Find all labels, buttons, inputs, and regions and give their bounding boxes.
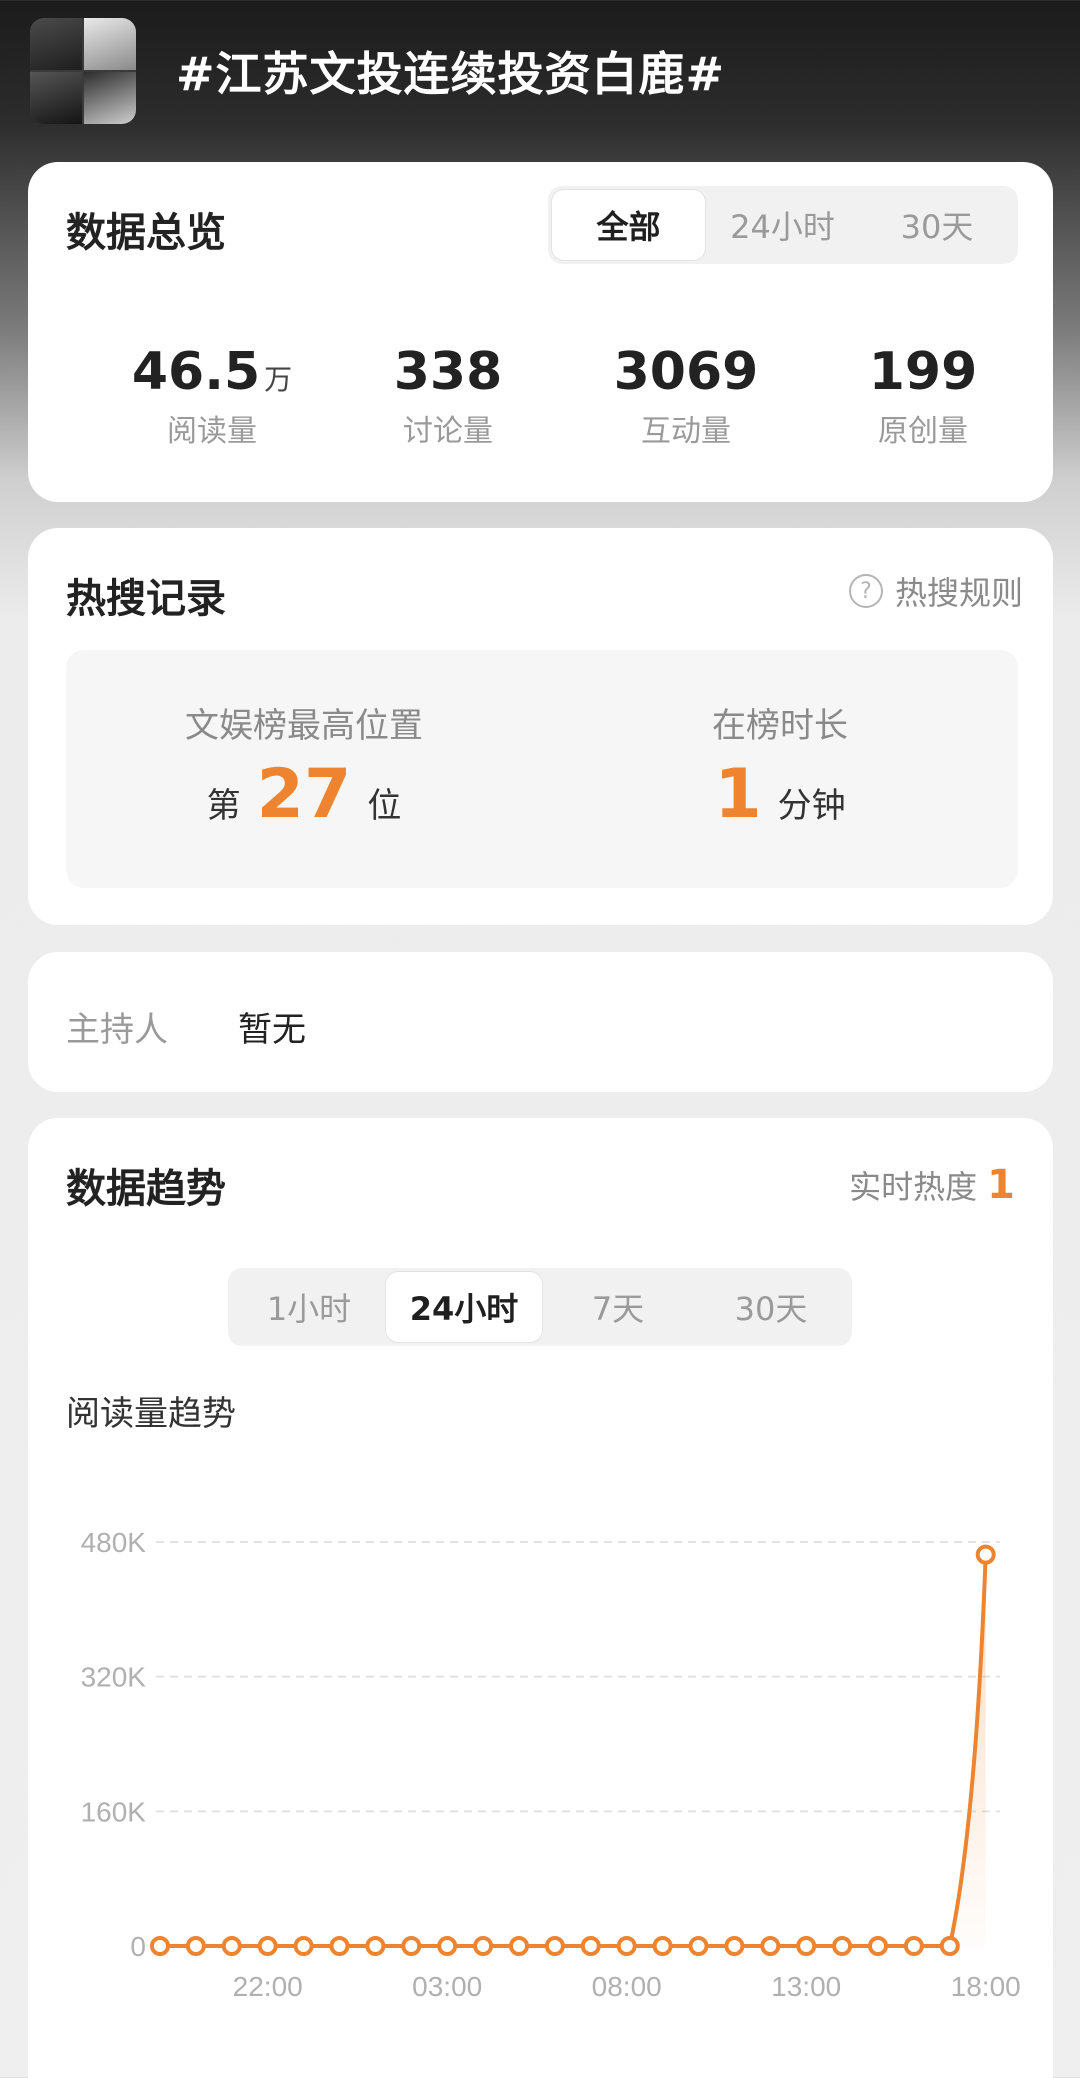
data-point bbox=[652, 1936, 673, 1956]
host-card: 主持人 暂无 bbox=[28, 952, 1053, 1092]
x-tick-label: 03:00 bbox=[412, 1971, 482, 2002]
duration-suffix: 分钟 bbox=[777, 786, 846, 826]
trend-card: 数据趋势 实时热度 1 1小时 24小时 7天 30天 阅读量趋势 0 160K 32… bbox=[28, 1118, 1053, 2078]
data-point bbox=[544, 1936, 565, 1956]
best-position: 文娱榜最高位置 第 27 位 bbox=[66, 698, 542, 829]
data-point bbox=[832, 1936, 853, 1956]
best-position-label: 文娱榜最高位置 bbox=[185, 706, 423, 746]
topic-title: #江苏文投连续投资白鹿# bbox=[176, 47, 726, 101]
data-point bbox=[580, 1936, 601, 1956]
stat-unit: 万 bbox=[264, 363, 293, 396]
stat-label: 原创量 bbox=[878, 414, 968, 449]
hot-search-card: 热搜记录 ? 热搜规则 文娱榜最高位置 第 27 位 在榜时长 1 分钟 bbox=[28, 528, 1053, 925]
x-tick-label: 13:00 bbox=[771, 1971, 841, 2002]
y-tick-label: 0 bbox=[130, 1931, 146, 1962]
stat-originals: 199 原创量 bbox=[803, 342, 1043, 450]
data-point bbox=[796, 1936, 817, 1956]
hot-search-rules-link[interactable]: ? 热搜规则 bbox=[848, 568, 1023, 614]
data-point bbox=[688, 1936, 709, 1956]
y-tick-label: 160K bbox=[81, 1796, 147, 1827]
series-line bbox=[160, 1554, 988, 1948]
position-suffix: 位 bbox=[367, 786, 402, 826]
help-icon: ? bbox=[848, 574, 883, 608]
duration-label: 在榜时长 bbox=[712, 706, 848, 746]
overview-title: 数据总览 bbox=[66, 210, 226, 256]
position-prefix: 第 bbox=[206, 786, 241, 826]
x-tick-label: 22:00 bbox=[233, 1971, 303, 2002]
stat-label: 讨论量 bbox=[403, 414, 493, 449]
data-point bbox=[509, 1936, 529, 1956]
tab-30d[interactable]: 30天 bbox=[860, 190, 1014, 260]
hot-search-summary: 文娱榜最高位置 第 27 位 在榜时长 1 分钟 bbox=[66, 650, 1018, 888]
stat-reads: 46.5 万 阅读量 bbox=[92, 342, 332, 450]
data-point bbox=[401, 1936, 422, 1956]
y-tick-label: 320K bbox=[81, 1662, 147, 1693]
data-point bbox=[365, 1936, 386, 1956]
x-tick-label: 08:00 bbox=[592, 1971, 662, 2002]
data-point bbox=[329, 1936, 350, 1956]
reads-trend-chart: 0 160K 320K 480K 22:00 03:00 08:00 13:00 18:00 bbox=[81, 1527, 1021, 2002]
stat-interactions: 3069 互动量 bbox=[566, 342, 806, 450]
data-point bbox=[437, 1936, 458, 1956]
x-tick-label: 18:00 bbox=[951, 1971, 1021, 2002]
data-point bbox=[150, 1936, 170, 1956]
host-label: 主持人 bbox=[66, 1010, 168, 1050]
hot-search-title: 热搜记录 bbox=[66, 576, 226, 622]
data-point bbox=[473, 1936, 494, 1956]
topic-thumbnail[interactable] bbox=[30, 18, 136, 124]
data-point bbox=[903, 1936, 924, 1956]
stat-value: 46.5 bbox=[131, 342, 261, 402]
tab-all[interactable]: 全部 bbox=[552, 190, 705, 260]
position-value: 27 bbox=[256, 755, 352, 834]
data-point bbox=[724, 1936, 745, 1956]
data-point bbox=[221, 1936, 242, 1956]
overview-card: 数据总览 全部 24小时 30天 46.5 万 阅读量 338 讨论量 3069 … bbox=[28, 162, 1053, 502]
data-point bbox=[939, 1936, 960, 1956]
tab-24h[interactable]: 24小时 bbox=[705, 190, 860, 260]
stat-value: 3069 bbox=[613, 342, 759, 402]
data-point bbox=[760, 1936, 781, 1956]
stat-value: 338 bbox=[393, 342, 503, 402]
stat-discussions: 338 讨论量 bbox=[328, 342, 568, 450]
topic-header: #江苏文投连续投资白鹿# bbox=[0, 0, 1080, 150]
host-value: 暂无 bbox=[238, 1010, 306, 1050]
data-point bbox=[975, 1544, 996, 1565]
data-point bbox=[293, 1936, 314, 1956]
duration: 在榜时长 1 分钟 bbox=[542, 698, 1018, 829]
data-point bbox=[616, 1936, 637, 1956]
data-point bbox=[257, 1936, 278, 1956]
data-point bbox=[185, 1936, 206, 1956]
area-fill bbox=[949, 1554, 986, 1946]
stat-label: 阅读量 bbox=[167, 414, 257, 449]
duration-value: 1 bbox=[714, 755, 762, 834]
y-tick-label: 480K bbox=[81, 1527, 147, 1558]
stat-value: 199 bbox=[868, 342, 978, 402]
overview-range-tabs: 全部 24小时 30天 bbox=[548, 186, 1018, 264]
rules-label: 热搜规则 bbox=[894, 574, 1023, 612]
data-point bbox=[868, 1936, 888, 1956]
stat-label: 互动量 bbox=[641, 414, 731, 449]
